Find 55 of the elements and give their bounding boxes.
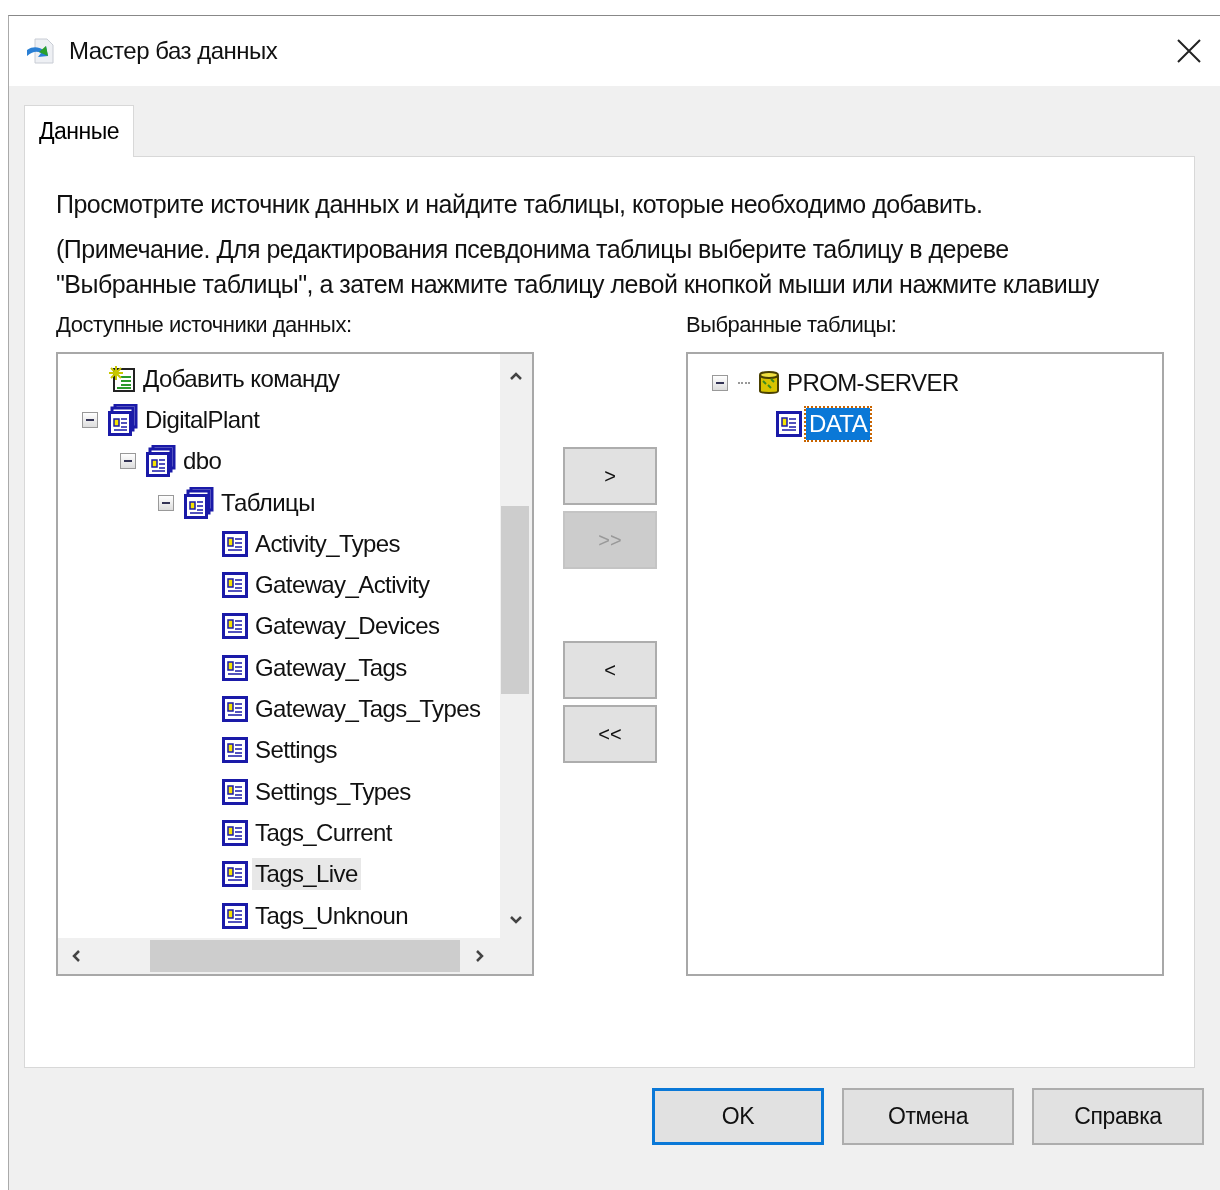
- collapse-toggle[interactable]: [82, 411, 98, 428]
- tree-item[interactable]: Tags_Live: [252, 858, 361, 891]
- move-button[interactable]: >: [563, 447, 657, 505]
- tree-item[interactable]: Tags_Current: [252, 816, 395, 849]
- table-icon: [222, 778, 248, 805]
- instruction-text: (Примечание. Для редактирования псевдонима таблицы выберите таблицу в дереве "Выбранные таблицы", а затем нажмите таблицу левой кнопкой мыши или нажмите клавишу: [56, 234, 1100, 300]
- table-icon: [222, 861, 248, 888]
- list-label: Доступные источники данных:: [56, 312, 353, 339]
- tree-item[interactable]: Settings_Types: [252, 775, 414, 808]
- instruction-text: Просмотрите источник данных и найдите таблицы, которые необходимо добавить.: [56, 189, 984, 220]
- stacked-table-icon: [108, 403, 138, 436]
- sparkle-document-icon: [108, 364, 136, 393]
- table-icon: [222, 530, 248, 557]
- tree-item[interactable]: Добавить команду: [140, 362, 343, 395]
- table-icon: [222, 902, 248, 929]
- table-icon: [222, 737, 248, 764]
- scrollbar-thumb[interactable]: [150, 940, 460, 972]
- horizontal-scrollbar[interactable]: [58, 938, 532, 974]
- tree-item[interactable]: Settings: [252, 734, 340, 767]
- tree-item[interactable]: PROM-SERVER: [784, 366, 962, 399]
- collapse-toggle[interactable]: [712, 374, 728, 391]
- dialog-button[interactable]: OK: [652, 1088, 824, 1145]
- database-icon: [758, 369, 780, 396]
- table-icon: [776, 410, 802, 437]
- tree-item[interactable]: Gateway_Tags: [252, 651, 410, 684]
- tree-item[interactable]: DATA: [806, 407, 871, 440]
- tree-item[interactable]: Gateway_Devices: [252, 610, 443, 643]
- move-button[interactable]: <: [563, 641, 657, 699]
- table-icon: [222, 613, 248, 640]
- list-label: Выбранные таблицы:: [686, 312, 898, 339]
- collapse-toggle[interactable]: [158, 494, 174, 511]
- vertical-scrollbar[interactable]: [500, 354, 532, 938]
- tree-item[interactable]: Gateway_Activity: [252, 569, 433, 602]
- dialog-button[interactable]: Отмена: [842, 1088, 1014, 1145]
- stacked-table-icon: [146, 445, 176, 478]
- collapse-toggle[interactable]: [120, 453, 136, 470]
- tree-item[interactable]: Gateway_Tags_Types: [252, 693, 484, 725]
- table-icon: [222, 696, 248, 722]
- tab[interactable]: Данные: [24, 105, 135, 157]
- dialog-button[interactable]: Справка: [1032, 1088, 1204, 1145]
- window-title: Мастер баз данных: [69, 37, 279, 65]
- tree-item[interactable]: Tags_Unknoun: [252, 899, 411, 932]
- close-icon[interactable]: [1176, 38, 1202, 64]
- stacked-table-icon: [184, 486, 214, 519]
- move-button[interactable]: <<: [563, 705, 657, 763]
- wizard-arrow-icon: [25, 36, 55, 66]
- scrollbar-thumb[interactable]: [501, 506, 529, 694]
- tree-item[interactable]: DigitalPlant: [142, 403, 263, 436]
- tree-item[interactable]: dbo: [180, 445, 225, 478]
- table-icon: [222, 654, 248, 681]
- tree-connector: [738, 381, 750, 384]
- tree-item[interactable]: Таблицы: [218, 486, 318, 519]
- tree-item[interactable]: Activity_Types: [252, 527, 403, 560]
- table-icon: [222, 572, 248, 599]
- table-icon: [222, 819, 248, 846]
